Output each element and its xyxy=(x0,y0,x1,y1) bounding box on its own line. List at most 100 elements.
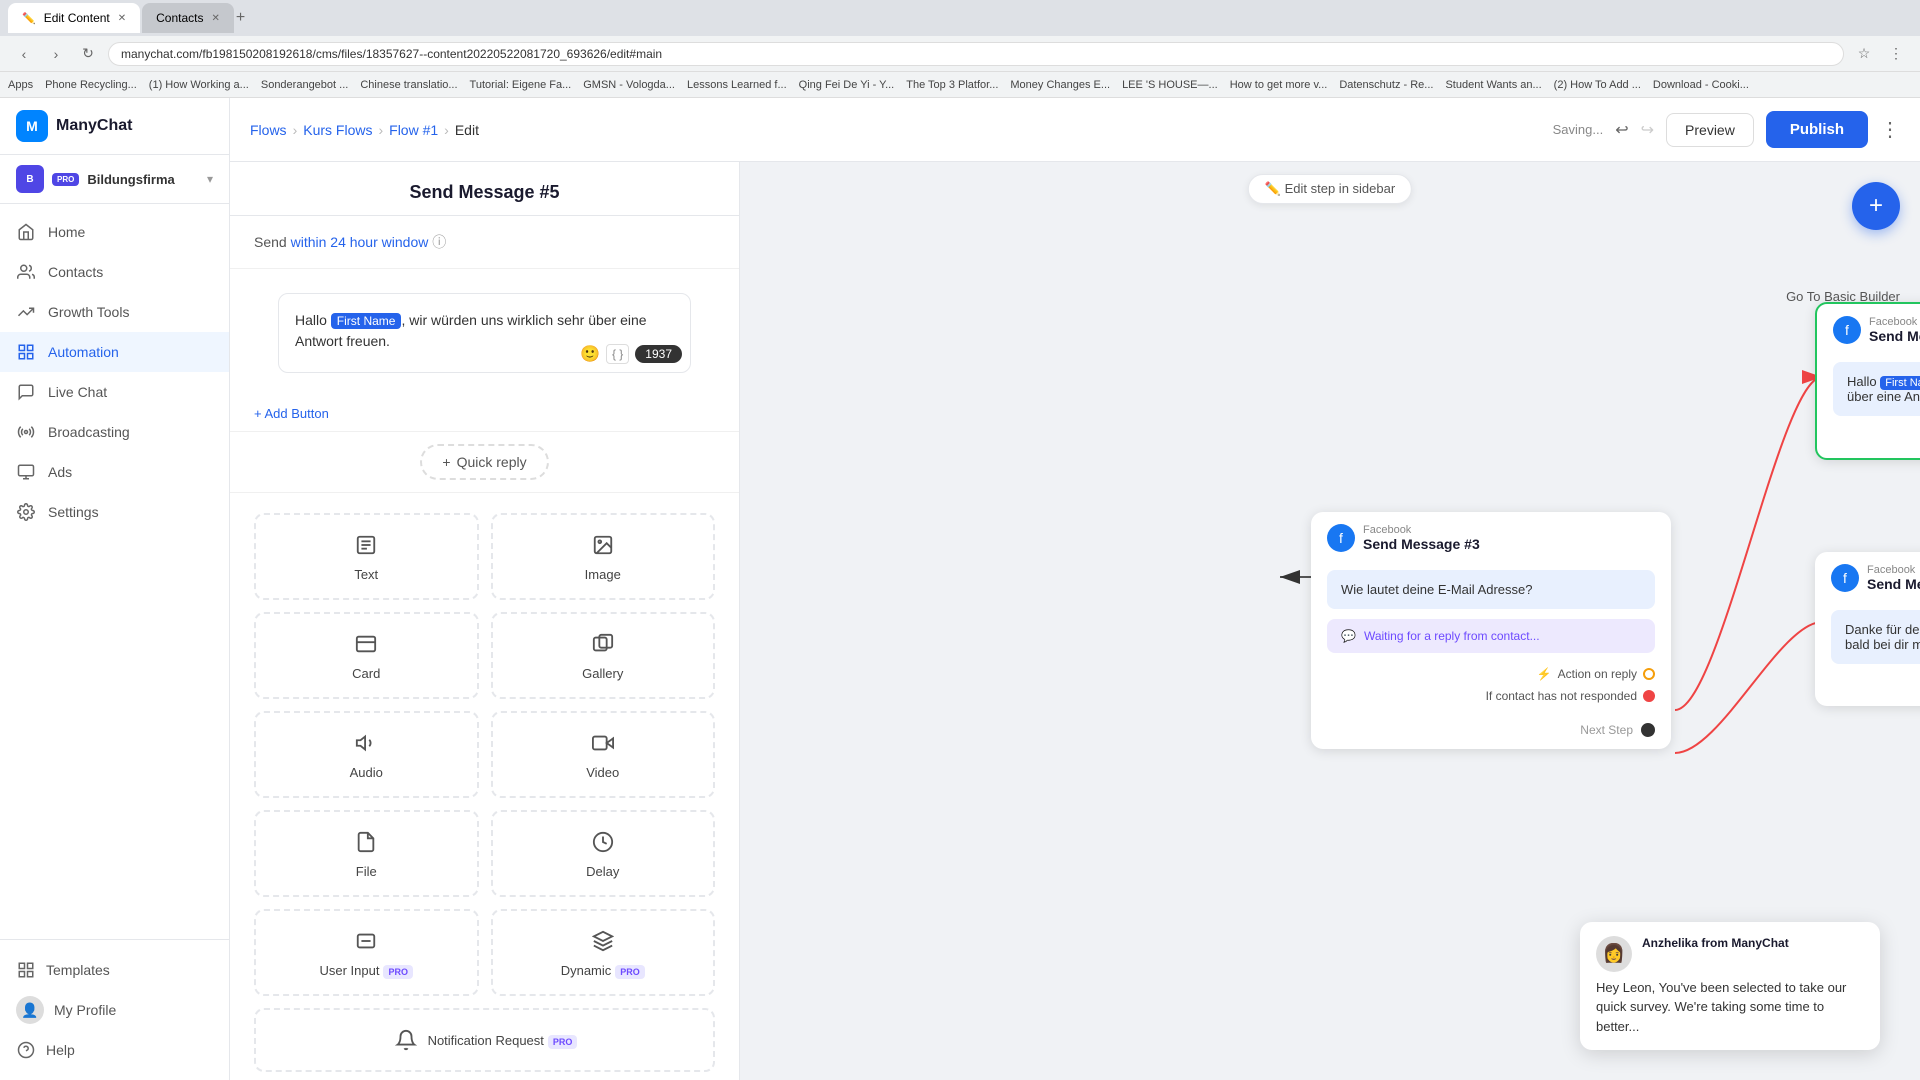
bookmark-button[interactable]: ☆ xyxy=(1852,42,1876,66)
flow-node-5[interactable]: ⚙ f Facebook Send Message #5 Hallo First… xyxy=(1815,302,1920,460)
bookmark-14[interactable]: Student Wants an... xyxy=(1445,79,1541,91)
breadcrumb-kurs-flows[interactable]: Kurs Flows xyxy=(303,122,372,138)
bookmark-5[interactable]: Tutorial: Eigene Fa... xyxy=(470,79,572,91)
node4-next-step: Next Step xyxy=(1815,680,1920,706)
tab-close-contacts[interactable]: ✕ xyxy=(212,13,220,24)
sidebar-item-templates[interactable]: Templates xyxy=(16,952,213,988)
node4-title: Send Message #4 xyxy=(1867,576,1920,592)
bookmark-3[interactable]: Sonderangebot ... xyxy=(261,79,348,91)
bookmarks-bar: Apps Phone Recycling... (1) How Working … xyxy=(0,72,1920,98)
preview-button[interactable]: Preview xyxy=(1666,113,1754,147)
element-delay-label: Delay xyxy=(586,864,619,879)
saving-text: Saving... xyxy=(1553,122,1604,137)
bookmark-4[interactable]: Chinese translatio... xyxy=(360,79,457,91)
bookmark-13[interactable]: Datenschutz - Re... xyxy=(1339,79,1433,91)
bookmark-11[interactable]: LEE 'S HOUSE—... xyxy=(1122,79,1218,91)
element-user-input[interactable]: User InputPRO xyxy=(254,909,479,996)
element-video-label: Video xyxy=(586,765,619,780)
new-tab-button[interactable]: + xyxy=(236,3,245,33)
tab-close-edit[interactable]: ✕ xyxy=(118,13,126,24)
element-audio[interactable]: Audio xyxy=(254,711,479,798)
chat-from: Anzhelika from ManyChat xyxy=(1642,936,1789,950)
chat-widget[interactable]: 👩 Anzhelika from ManyChat Hey Leon, You'… xyxy=(1580,922,1880,1051)
live-chat-icon xyxy=(16,382,36,402)
settings-icon xyxy=(16,502,36,522)
action-label: Action on reply xyxy=(1558,667,1637,681)
extensions-button[interactable]: ⋮ xyxy=(1884,42,1908,66)
tab-contacts[interactable]: Contacts ✕ xyxy=(142,3,234,33)
templates-label: Templates xyxy=(46,962,110,978)
node5-message: Hallo First Name, wir würden uns wirklic… xyxy=(1833,362,1920,416)
undo-button[interactable]: ↩ xyxy=(1615,120,1628,140)
sidebar-item-ads[interactable]: Ads xyxy=(0,452,229,492)
more-options-button[interactable]: ⋮ xyxy=(1880,117,1900,142)
breadcrumb-flow1[interactable]: Flow #1 xyxy=(389,122,438,138)
video-icon xyxy=(589,729,617,757)
broadcasting-icon xyxy=(16,422,36,442)
bookmark-15[interactable]: (2) How To Add ... xyxy=(1554,79,1641,91)
bookmark-9[interactable]: The Top 3 Platfor... xyxy=(906,79,998,91)
bookmark-8[interactable]: Qing Fei De Yi - Y... xyxy=(799,79,895,91)
forward-button[interactable]: › xyxy=(44,42,68,66)
element-dynamic[interactable]: DynamicPRO xyxy=(491,909,716,996)
node3-waiting: 💬 Waiting for a reply from contact... xyxy=(1327,619,1655,653)
bookmark-16[interactable]: Download - Cooki... xyxy=(1653,79,1749,91)
element-file[interactable]: File xyxy=(254,810,479,897)
add-button-row: + Add Button xyxy=(230,397,739,432)
add-node-fab[interactable]: + xyxy=(1852,182,1900,230)
bookmark-1[interactable]: Phone Recycling... xyxy=(45,79,137,91)
tab-edit-content-label: Edit Content xyxy=(44,11,110,25)
breadcrumb-flows[interactable]: Flows xyxy=(250,122,287,138)
sidebar-item-growth-tools[interactable]: Growth Tools xyxy=(0,292,229,332)
automation-icon xyxy=(16,342,36,362)
variable-button[interactable]: { } xyxy=(606,344,629,364)
publish-button[interactable]: Publish xyxy=(1766,111,1868,148)
quick-reply-button[interactable]: + Quick reply xyxy=(420,444,548,480)
workspace-selector[interactable]: B PRO Bildungsfirma ▾ xyxy=(0,155,229,204)
node3-next-dot[interactable] xyxy=(1641,723,1655,737)
flow-node-3[interactable]: f Facebook Send Message #3 Wie lautet de… xyxy=(1311,512,1671,749)
bookmark-12[interactable]: How to get more v... xyxy=(1230,79,1328,91)
message-box[interactable]: Hallo First Name, wir würden uns wirklic… xyxy=(278,293,691,373)
element-video[interactable]: Video xyxy=(491,711,716,798)
bookmark-6[interactable]: GMSN - Vologda... xyxy=(583,79,675,91)
send-window-link[interactable]: within 24 hour window xyxy=(291,234,429,250)
sidebar-item-settings[interactable]: Settings xyxy=(0,492,229,532)
element-image[interactable]: Image xyxy=(491,513,716,600)
sidebar-item-automation[interactable]: Automation xyxy=(0,332,229,372)
back-button[interactable]: ‹ xyxy=(12,42,36,66)
bookmark-2[interactable]: (1) How Working a... xyxy=(149,79,249,91)
element-delay[interactable]: Delay xyxy=(491,810,716,897)
refresh-button[interactable]: ↻ xyxy=(76,42,100,66)
sidebar-item-my-profile[interactable]: 👤 My Profile xyxy=(16,988,213,1032)
bookmark-7[interactable]: Lessons Learned f... xyxy=(687,79,787,91)
element-card[interactable]: Card xyxy=(254,612,479,699)
go-to-basic-builder[interactable]: Go To Basic Builder xyxy=(1786,289,1900,304)
node3-action-row: ⚡ Action on reply xyxy=(1327,663,1655,685)
emoji-button[interactable]: 🙂 xyxy=(580,344,600,364)
sidebar-bottom: Templates 👤 My Profile Help xyxy=(0,939,229,1080)
profile-avatar: 👤 xyxy=(16,996,44,1024)
sidebar-item-home[interactable]: Home xyxy=(0,212,229,252)
bookmark-10[interactable]: Money Changes E... xyxy=(1010,79,1110,91)
bookmark-apps[interactable]: Apps xyxy=(8,79,33,91)
element-user-input-label: User InputPRO xyxy=(320,963,414,978)
node3-message: Wie lautet deine E-Mail Adresse? xyxy=(1327,570,1655,609)
chat-message: Hey Leon, You've been selected to take o… xyxy=(1596,978,1864,1037)
redo-button[interactable]: ↪ xyxy=(1641,120,1654,140)
flow-node-4[interactable]: f Facebook Send Message #4 + − Danke für… xyxy=(1815,552,1920,706)
element-notification-request[interactable]: Notification RequestPRO xyxy=(254,1008,715,1072)
sidebar-item-contacts[interactable]: Contacts xyxy=(0,252,229,292)
sidebar-item-live-chat[interactable]: Live Chat xyxy=(0,372,229,412)
sidebar-item-help[interactable]: Help xyxy=(16,1032,213,1068)
element-gallery[interactable]: Gallery xyxy=(491,612,716,699)
address-bar[interactable]: manychat.com/fb198150208192618/cms/files… xyxy=(108,42,1844,66)
add-button-button[interactable]: + Add Button xyxy=(254,406,329,421)
left-panel: Send Message #5 Send within 24 hour wind… xyxy=(230,162,740,1080)
sidebar-item-broadcasting[interactable]: Broadcasting xyxy=(0,412,229,452)
tab-edit-content[interactable]: ✏️ Edit Content ✕ xyxy=(8,3,140,33)
element-text[interactable]: Text xyxy=(254,513,479,600)
logo-icon: M xyxy=(16,110,48,142)
element-image-label: Image xyxy=(585,567,621,582)
element-text-label: Text xyxy=(354,567,378,582)
